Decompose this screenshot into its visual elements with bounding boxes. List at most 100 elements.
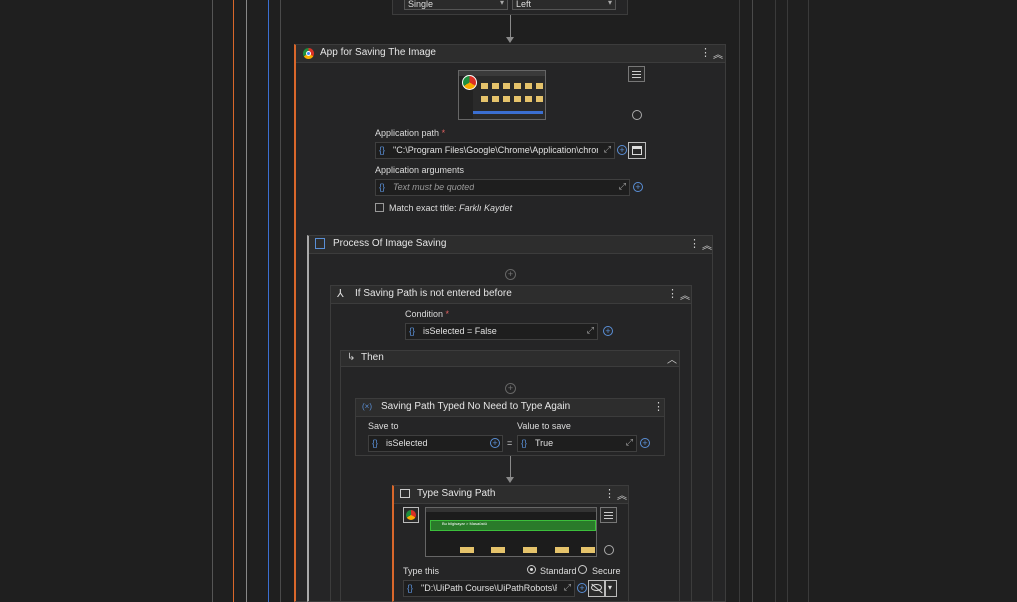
standard-label: Standard bbox=[540, 566, 577, 576]
add-variable-icon[interactable]: + bbox=[490, 438, 500, 448]
more-options-icon[interactable]: ⋮ bbox=[700, 46, 711, 59]
more-options-icon[interactable]: ⋮ bbox=[604, 487, 615, 500]
type-this-label: Type this bbox=[403, 566, 440, 576]
menu-icon-line bbox=[632, 74, 641, 75]
insert-activity-icon[interactable]: + bbox=[505, 383, 516, 394]
collapse-icon[interactable]: ︿ bbox=[667, 351, 677, 366]
card-header: ↳ Then ︿ bbox=[341, 351, 679, 367]
branch-icon: ⅄ bbox=[337, 288, 344, 300]
assign-title: Saving Path Typed No Need to Type Again bbox=[381, 401, 571, 412]
add-variable-icon[interactable]: + bbox=[640, 438, 650, 448]
collapse-icon[interactable]: ︽ bbox=[680, 287, 690, 302]
standard-radio[interactable] bbox=[527, 565, 536, 574]
app-args-placeholder: Text must be quoted bbox=[393, 182, 475, 192]
folder-icon bbox=[514, 96, 521, 102]
condition-value: isSelected = False bbox=[423, 326, 497, 336]
expression-icon: {} bbox=[409, 326, 416, 336]
chevron-down-icon: ▾ bbox=[608, 583, 613, 592]
secure-radio[interactable] bbox=[578, 565, 587, 574]
rail-line bbox=[775, 0, 776, 602]
insert-activity-icon[interactable]: + bbox=[505, 269, 516, 280]
connector-line bbox=[510, 15, 511, 37]
rail-line bbox=[212, 0, 213, 602]
rail-line bbox=[280, 0, 281, 602]
card-header: App for Saving The Image ⋮ ︽ bbox=[296, 45, 725, 63]
value-to-save-value: True bbox=[535, 438, 554, 448]
target-icon[interactable] bbox=[604, 545, 614, 555]
expand-icon[interactable]: ⤢ bbox=[626, 437, 633, 448]
add-variable-icon[interactable]: + bbox=[577, 583, 587, 593]
expand-icon[interactable]: ⤢ bbox=[604, 144, 611, 155]
app-args-field[interactable]: {} Text must be quoted ⤢ bbox=[375, 179, 630, 196]
folder-icon bbox=[514, 83, 521, 89]
card-header: (×) Saving Path Typed No Need to Type Ag… bbox=[356, 399, 664, 417]
chrome-icon-center bbox=[306, 51, 311, 56]
variable-icon: (×) bbox=[362, 402, 372, 411]
save-to-label: Save to bbox=[368, 421, 399, 431]
folder-icon bbox=[536, 83, 543, 89]
value-to-save-field[interactable]: {} True ⤢ bbox=[517, 435, 637, 452]
folder-icon bbox=[492, 83, 499, 89]
app-target-button[interactable] bbox=[403, 507, 419, 523]
card-header: ⅄ If Saving Path is not entered before ⋮… bbox=[331, 286, 691, 304]
collapse-icon[interactable]: ︽ bbox=[702, 237, 712, 252]
folder-icon bbox=[581, 547, 595, 553]
type-into-title: Type Saving Path bbox=[417, 488, 496, 499]
app-path-field[interactable]: {} "C:\Program Files\Google\Chrome\Appli… bbox=[375, 142, 615, 159]
position-dropdown-value: Left bbox=[516, 0, 532, 9]
save-to-value: isSelected bbox=[386, 438, 428, 448]
save-to-field[interactable]: {} isSelected bbox=[368, 435, 503, 452]
menu-button[interactable] bbox=[628, 66, 645, 82]
match-title-label: Match exact title: Farklı Kaydet bbox=[389, 203, 513, 213]
add-variable-icon[interactable]: + bbox=[633, 182, 643, 192]
expression-icon: {} bbox=[407, 583, 414, 593]
collapse-icon[interactable]: ︽ bbox=[713, 46, 723, 61]
folder-icon bbox=[525, 96, 532, 102]
expand-icon[interactable]: ⤢ bbox=[587, 325, 594, 336]
expand-icon[interactable]: ⤢ bbox=[564, 582, 571, 593]
more-options-icon[interactable]: ⋮ bbox=[689, 237, 700, 250]
mode-dropdown[interactable]: Single ▾ bbox=[404, 0, 508, 10]
then-title: Then bbox=[361, 352, 384, 363]
condition-label: Condition * bbox=[405, 309, 450, 319]
hide-text-button[interactable] bbox=[588, 580, 605, 597]
expression-icon: {} bbox=[521, 438, 528, 448]
rail-line bbox=[752, 0, 753, 602]
app-args-label: Application arguments bbox=[375, 165, 465, 175]
folder-icon bbox=[536, 96, 543, 102]
condition-field[interactable]: {} isSelected = False ⤢ bbox=[405, 323, 598, 340]
value-to-save-label: Value to save bbox=[517, 421, 571, 431]
chrome-icon bbox=[462, 75, 477, 90]
menu-icon-line bbox=[604, 515, 613, 516]
more-options-icon[interactable]: ⋮ bbox=[667, 287, 678, 300]
folder-icon bbox=[503, 96, 510, 102]
card-header: Process Of Image Saving ⋮ ︽ bbox=[309, 236, 712, 254]
collapse-icon[interactable]: ︽ bbox=[617, 487, 627, 502]
folder-icon bbox=[491, 547, 505, 553]
rail-line bbox=[739, 0, 740, 602]
app-window-button[interactable] bbox=[628, 142, 646, 159]
menu-button[interactable] bbox=[600, 507, 617, 523]
thumb-statusbar bbox=[473, 111, 543, 114]
expression-icon: {} bbox=[379, 145, 386, 155]
chevron-down-icon: ▾ bbox=[607, 0, 612, 7]
expand-icon[interactable]: ⤢ bbox=[619, 181, 626, 192]
folder-icon bbox=[460, 547, 474, 553]
rail-line bbox=[787, 0, 788, 602]
more-options-icon[interactable]: ⋮ bbox=[653, 400, 664, 413]
add-variable-icon[interactable]: + bbox=[617, 145, 627, 155]
thumb-address-text: Bu bilgisayar > Masaüstü bbox=[442, 521, 487, 526]
folder-icon bbox=[523, 547, 537, 553]
type-into-icon bbox=[400, 489, 410, 498]
type-text-field[interactable]: {} "D:\UiPath Course\UiPathRobots\Rc ⤢ bbox=[403, 580, 575, 597]
type-options-dropdown[interactable]: ▾ bbox=[605, 580, 617, 597]
app-screenshot-thumbnail[interactable] bbox=[458, 70, 546, 120]
add-variable-icon[interactable]: + bbox=[603, 326, 613, 336]
position-dropdown[interactable]: Left ▾ bbox=[512, 0, 616, 10]
sequence-icon bbox=[315, 238, 325, 249]
target-icon[interactable] bbox=[632, 110, 642, 120]
target-screenshot-thumbnail[interactable]: Bu bilgisayar > Masaüstü bbox=[425, 507, 597, 557]
match-title-checkbox[interactable] bbox=[375, 203, 384, 212]
secure-label: Secure bbox=[592, 566, 621, 576]
window-icon bbox=[632, 146, 642, 155]
